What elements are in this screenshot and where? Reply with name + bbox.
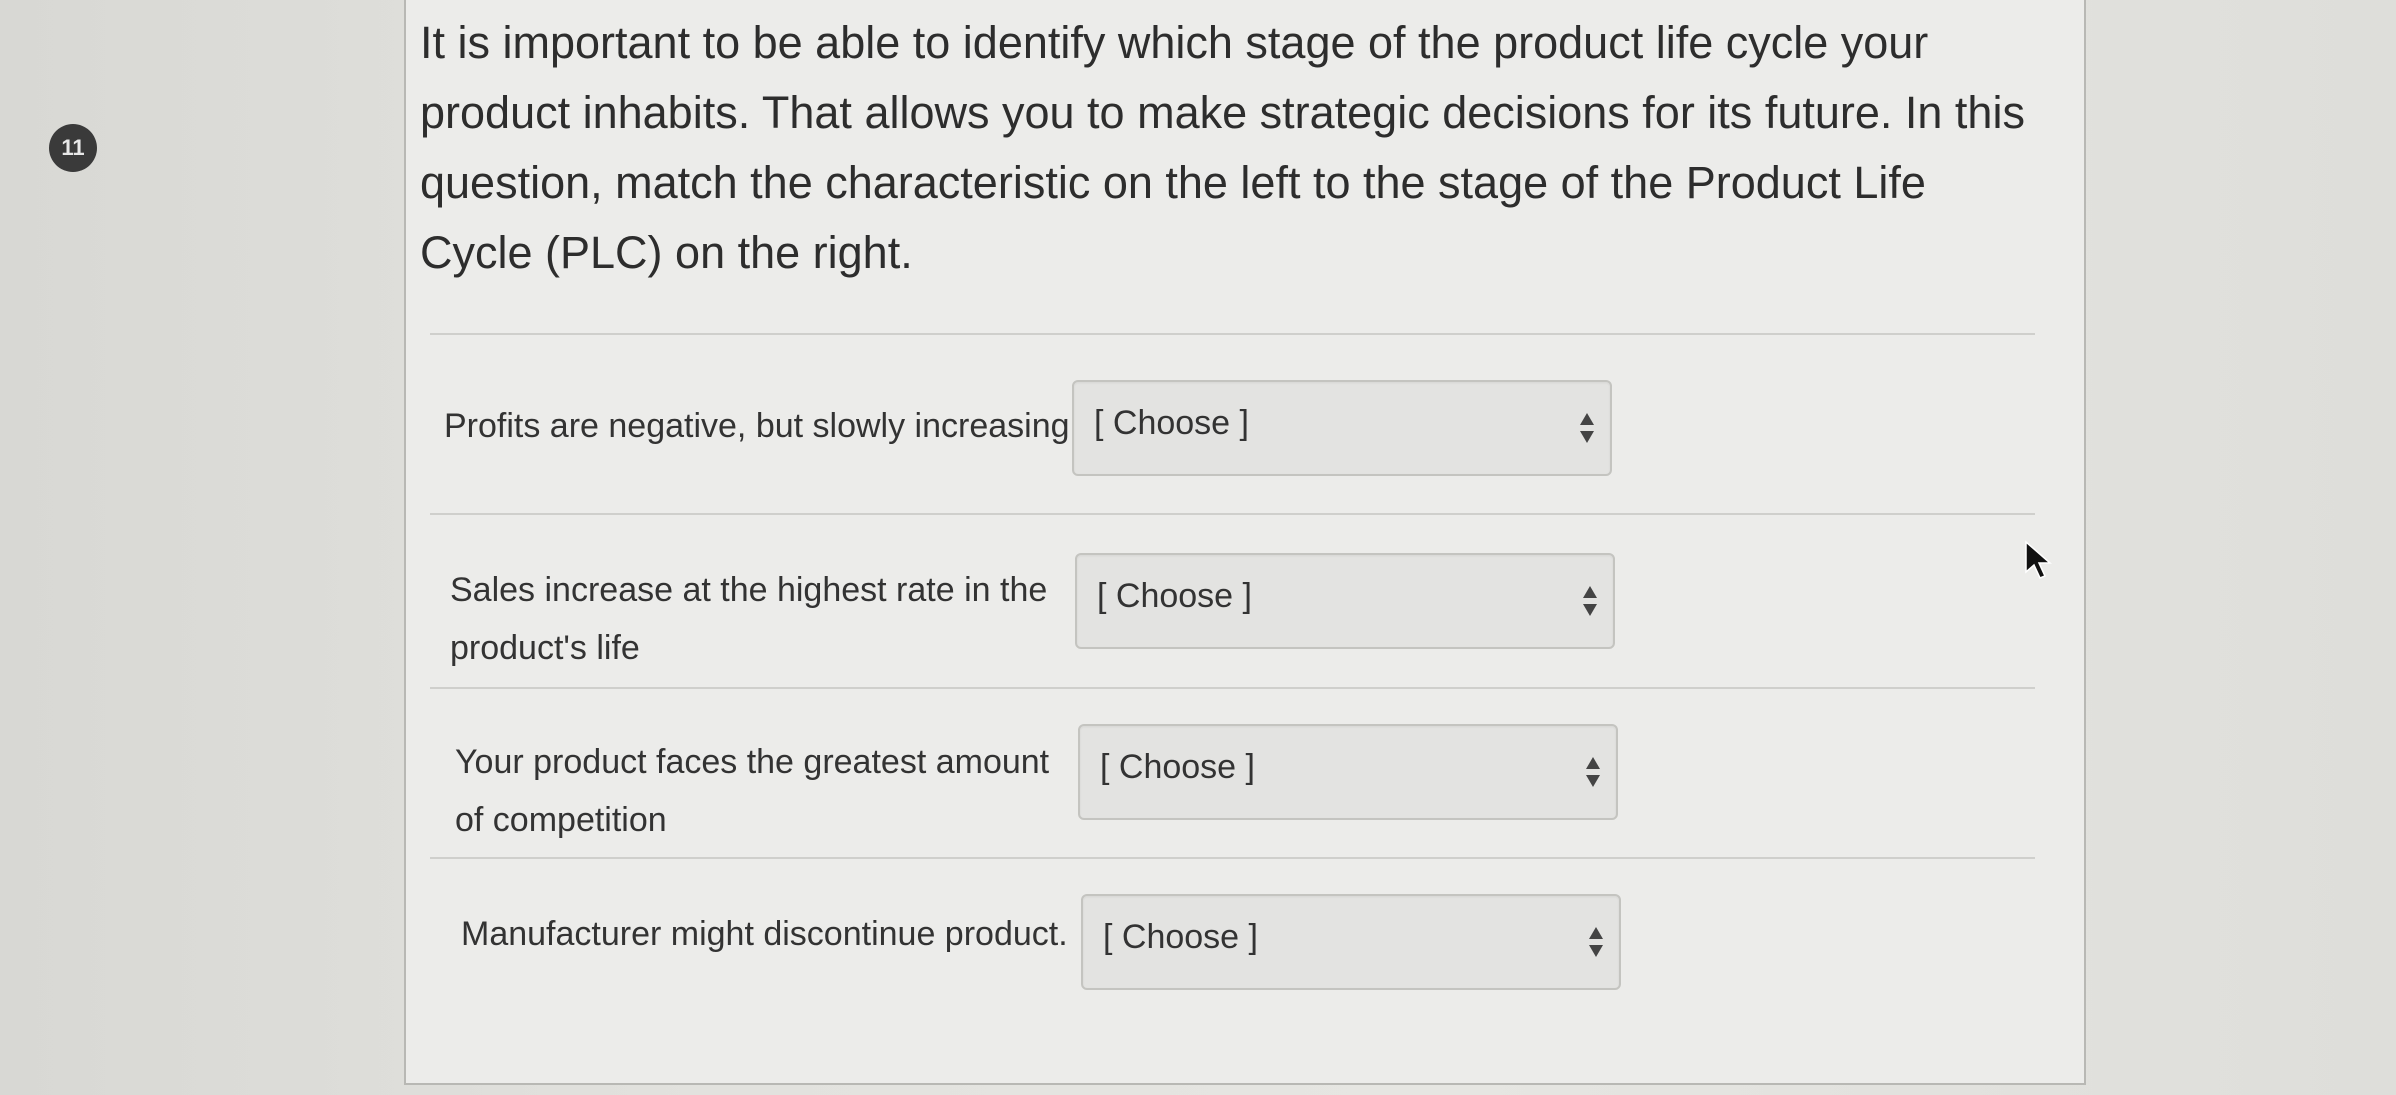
select-value: [ Choose ]	[1100, 748, 1255, 786]
question-number: 11	[61, 135, 85, 160]
mouse-pointer-icon	[2025, 540, 2052, 579]
match-label-4: Manufacturer might discontinue product.	[461, 915, 1068, 953]
divider	[430, 333, 2035, 335]
select-value: [ Choose ]	[1097, 577, 1252, 615]
match-select-4[interactable]: [ Choose ]	[1081, 894, 1621, 990]
match-select-2[interactable]: [ Choose ]	[1075, 553, 1615, 649]
up-down-arrows-icon	[1586, 757, 1600, 787]
divider	[430, 687, 2035, 689]
up-down-arrows-icon	[1580, 413, 1594, 443]
divider	[430, 857, 2035, 859]
match-label-3: Your product faces the greatest amount o…	[455, 743, 1050, 839]
question-prompt: It is important to be able to identify w…	[420, 17, 2025, 278]
match-label-1: Profits are negative, but slowly increas…	[444, 407, 1070, 445]
quiz-page: 11 It is important to be able to identif…	[0, 0, 2396, 1095]
match-select-3[interactable]: [ Choose ]	[1078, 724, 1618, 820]
up-down-arrows-icon	[1583, 586, 1597, 616]
divider	[430, 513, 2035, 515]
select-value: [ Choose ]	[1103, 918, 1258, 956]
up-down-arrows-icon	[1589, 927, 1603, 957]
question-number-badge: 11	[49, 124, 97, 172]
select-value: [ Choose ]	[1094, 404, 1249, 442]
match-label-2: Sales increase at the highest rate in th…	[450, 571, 1048, 667]
match-select-1[interactable]: [ Choose ]	[1072, 380, 1612, 476]
